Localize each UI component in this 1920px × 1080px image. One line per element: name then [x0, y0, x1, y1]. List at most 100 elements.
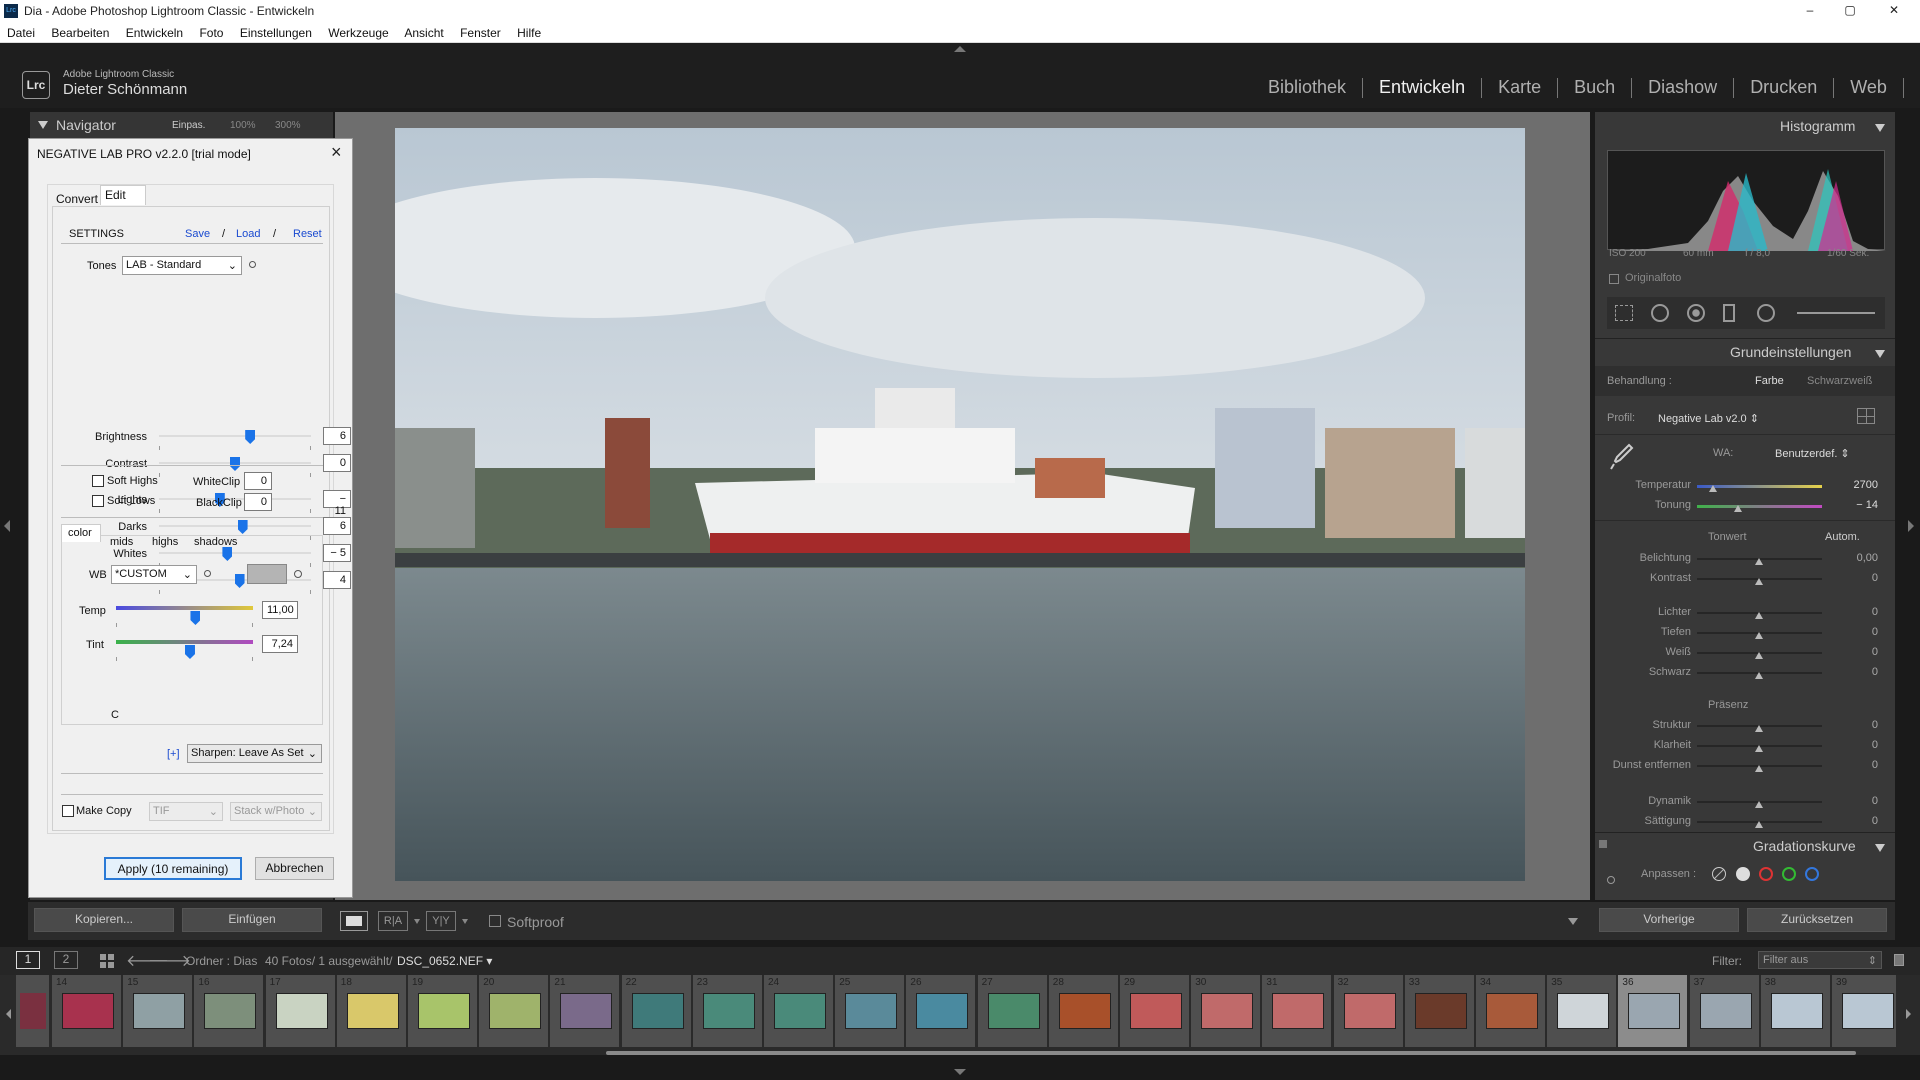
menu-fenster[interactable]: Fenster — [460, 26, 501, 40]
navigator-header[interactable]: Navigator Einpas. 100% 300% — [30, 112, 333, 138]
close-button[interactable]: ✕ — [1884, 3, 1904, 17]
sharpen-expand-link[interactable]: [+] — [167, 748, 180, 760]
right-panel-toggle-icon[interactable] — [1908, 520, 1914, 532]
dev-slider-value[interactable]: 0 — [1835, 666, 1878, 678]
module-entwickeln[interactable]: Entwickeln — [1379, 77, 1465, 98]
dev-slider-value[interactable]: 0 — [1835, 795, 1878, 807]
filmstrip-cell[interactable]: 37 — [1689, 975, 1760, 1047]
navigator-zoom-100[interactable]: 100% — [230, 120, 256, 131]
apply-button[interactable]: Apply (10 remaining) — [104, 857, 242, 880]
filmstrip-cell[interactable]: 27 — [977, 975, 1048, 1047]
dev-slider-value[interactable]: 0 — [1835, 739, 1878, 751]
subtab-highs[interactable]: highs — [152, 536, 178, 548]
left-panel-toggle-icon[interactable] — [4, 520, 10, 532]
slider-value-input[interactable]: 0 — [323, 454, 351, 472]
module-buch[interactable]: Buch — [1574, 77, 1615, 98]
filmstrip-cell[interactable]: 33 — [1404, 975, 1475, 1047]
filmstrip-left-arrow-icon[interactable] — [6, 1009, 11, 1019]
original-photo-checkbox[interactable] — [1609, 274, 1619, 284]
histogram-title[interactable]: Histogramm — [1780, 118, 1855, 134]
stack-select[interactable]: Stack w/Photo ⌄ — [230, 802, 322, 821]
filmstrip-cell[interactable]: 22 — [621, 975, 692, 1047]
filmstrip-scrollbar[interactable] — [606, 1051, 1856, 1055]
blackclip-input[interactable]: 0 — [244, 493, 272, 511]
collapse-triangle-icon[interactable] — [1875, 350, 1885, 358]
temp-value[interactable]: 2700 — [1835, 479, 1878, 491]
navigator-fit[interactable]: Einpas. — [172, 120, 205, 131]
filter-lock-icon[interactable] — [1894, 954, 1904, 966]
menu-einstellungen[interactable]: Einstellungen — [240, 26, 312, 40]
filmstrip-cell[interactable]: 20 — [479, 975, 550, 1047]
filmstrip-cell[interactable]: 36 — [1618, 975, 1689, 1047]
menu-foto[interactable]: Foto — [199, 26, 223, 40]
blue-channel-icon[interactable] — [1805, 867, 1819, 881]
top-panel-toggle-icon[interactable] — [954, 46, 966, 52]
make-copy-checkbox[interactable] — [62, 805, 74, 817]
minimize-button[interactable]: – — [1800, 3, 1820, 17]
dev-slider-value[interactable]: 0 — [1835, 815, 1878, 827]
collapse-triangle-icon[interactable] — [1875, 124, 1885, 132]
temp-slider-thumb[interactable] — [1709, 485, 1717, 492]
filmstrip-cell[interactable]: 21 — [550, 975, 621, 1047]
crop-tool-icon[interactable] — [1615, 305, 1633, 321]
cancel-button[interactable]: Abbrechen — [255, 857, 334, 880]
module-bibliothek[interactable]: Bibliothek — [1268, 77, 1346, 98]
previous-button[interactable]: Vorherige — [1599, 908, 1739, 932]
menu-datei[interactable]: Datei — [7, 26, 35, 40]
module-drucken[interactable]: Drucken — [1750, 77, 1817, 98]
dev-slider-value[interactable]: 0 — [1835, 759, 1878, 771]
dev-slider-thumb[interactable] — [1755, 765, 1763, 772]
filmstrip-cell[interactable]: 23 — [692, 975, 763, 1047]
slider-value-input[interactable]: 4 — [323, 571, 351, 589]
green-channel-icon[interactable] — [1782, 867, 1796, 881]
filmstrip-cell[interactable]: 15 — [123, 975, 194, 1047]
filter-select[interactable]: Filter aus ⇕ — [1758, 951, 1882, 969]
wb-color-swatch[interactable] — [247, 564, 287, 584]
dialog-close-icon[interactable]: × — [331, 142, 342, 163]
dev-slider-thumb[interactable] — [1755, 725, 1763, 732]
red-channel-icon[interactable] — [1759, 867, 1773, 881]
spot-removal-icon[interactable] — [1651, 304, 1669, 322]
filmstrip-cell[interactable]: 34 — [1476, 975, 1546, 1047]
rgb-channel-icon[interactable] — [1736, 867, 1750, 881]
profile-select[interactable]: Negative Lab v2.0 ⇕ — [1658, 412, 1759, 425]
menu-ansicht[interactable]: Ansicht — [404, 26, 443, 40]
navigator-zoom-300[interactable]: 300% — [275, 120, 301, 131]
grid-view-icon[interactable] — [100, 954, 114, 968]
forward-arrow-icon[interactable]: 🡒 — [148, 950, 191, 971]
filmstrip-cell[interactable]: 31 — [1262, 975, 1333, 1047]
dev-slider-thumb[interactable] — [1755, 745, 1763, 752]
tones-reset-icon[interactable] — [249, 261, 256, 268]
tint-slider-thumb[interactable] — [1734, 505, 1742, 512]
dev-slider-thumb[interactable] — [1755, 578, 1763, 585]
filmstrip-cell[interactable]: 16 — [194, 975, 265, 1047]
bottom-panel-toggle-icon[interactable] — [954, 1069, 966, 1075]
maximize-button[interactable]: ▢ — [1840, 3, 1860, 17]
wb-select[interactable]: Benutzerdef. ⇕ — [1775, 447, 1850, 460]
dev-slider-thumb[interactable] — [1755, 821, 1763, 828]
format-select[interactable]: TIF ⌄ — [149, 802, 223, 821]
target-adjust-icon[interactable] — [1607, 876, 1615, 884]
whiteclip-input[interactable]: 0 — [244, 472, 272, 490]
module-web[interactable]: Web — [1850, 77, 1887, 98]
loupe-view-icon[interactable] — [340, 911, 368, 931]
settings-save-link[interactable]: Save — [185, 228, 210, 240]
slider-value-input[interactable]: − 5 — [323, 544, 351, 562]
auto-tone-button[interactable]: Autom. — [1825, 531, 1860, 543]
paste-button[interactable]: Einfügen — [182, 908, 322, 932]
tint-slider[interactable] — [1697, 505, 1822, 508]
basic-panel-title[interactable]: Grundeinstellungen — [1730, 344, 1851, 360]
red-eye-icon[interactable] — [1687, 304, 1705, 322]
dev-slider-value[interactable]: 0 — [1835, 606, 1878, 618]
module-karte[interactable]: Karte — [1498, 77, 1541, 98]
menu-hilfe[interactable]: Hilfe — [517, 26, 541, 40]
before-after-dropdown-icon[interactable] — [414, 919, 420, 924]
current-file[interactable]: DSC_0652.NEF ▾ — [397, 954, 492, 968]
filmstrip-cell[interactable]: 24 — [764, 975, 834, 1047]
sharpen-select[interactable]: Sharpen: Leave As Set ⌄ — [187, 744, 322, 763]
radial-filter-icon[interactable] — [1757, 304, 1775, 322]
copy-button[interactable]: Kopieren... — [34, 908, 174, 932]
slider-value-input[interactable]: 6 — [323, 517, 351, 535]
filmstrip-cell[interactable]: 26 — [906, 975, 977, 1047]
histogram[interactable] — [1607, 150, 1886, 251]
